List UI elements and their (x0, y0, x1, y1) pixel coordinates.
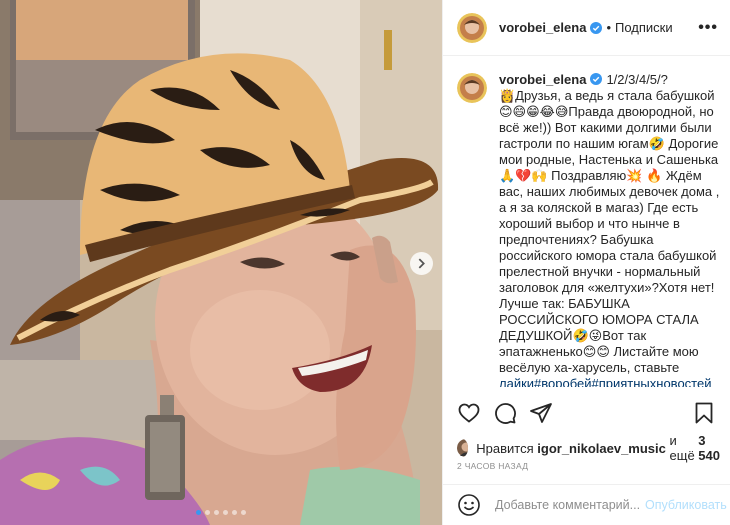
post-side-panel: vorobei_elena • Подписки ••• vorobei_ele… (442, 0, 730, 525)
carousel-dot (214, 510, 219, 515)
caption-username[interactable]: vorobei_elena (499, 72, 586, 87)
username-link[interactable]: vorobei_elena (499, 20, 586, 35)
post-caption: vorobei_elena 1/2/3/4/5/? 👸Друзья, а ведь… (457, 72, 720, 387)
heart-icon[interactable] (457, 401, 481, 425)
likes-prefix: Нравится (476, 440, 534, 456)
verified-badge-icon (590, 73, 603, 85)
publish-button[interactable]: Опубликовать (645, 498, 727, 512)
caption-body: 1/2/3/4/5/? 👸Друзья, а ведь я стала бабу… (499, 72, 720, 375)
caption-text: vorobei_elena 1/2/3/4/5/? 👸Друзья, а ведь… (499, 72, 720, 387)
following-button[interactable]: Подписки (615, 20, 673, 35)
verified-badge-icon (590, 21, 603, 34)
post-photo (0, 0, 442, 525)
comment-bar: Опубликовать (443, 484, 730, 525)
likes-summary: Нравится igor_nikolaev_music и ещё 3 540 (457, 433, 720, 463)
carousel-dot (241, 510, 246, 515)
chevron-right-icon (418, 258, 425, 269)
carousel-next-button[interactable] (410, 252, 433, 275)
post-timestamp[interactable]: 2 часов назад (457, 461, 528, 471)
carousel-dot (205, 510, 210, 515)
share-icon[interactable] (529, 401, 553, 425)
likes-and: и ещё (669, 433, 695, 463)
bookmark-icon[interactable] (692, 401, 716, 425)
post-actions (457, 398, 716, 428)
post-media[interactable] (0, 0, 442, 525)
post-header: vorobei_elena • Подписки ••• (443, 0, 730, 56)
comment-icon[interactable] (493, 401, 517, 425)
liker-username[interactable]: igor_nikolaev_music (537, 441, 666, 456)
comment-input[interactable] (495, 498, 645, 512)
emoji-icon[interactable] (457, 493, 481, 517)
avatar[interactable] (457, 12, 487, 43)
separator: • (606, 20, 611, 35)
carousel-dot (223, 510, 228, 515)
carousel-dot (196, 510, 201, 515)
likes-count[interactable]: 3 540 (698, 433, 720, 463)
liker-avatar[interactable] (457, 439, 469, 457)
carousel-indicator (0, 510, 442, 515)
caption-hashtags[interactable]: лайки#воробей#приятныхновостей # (499, 376, 715, 387)
avatar[interactable] (457, 73, 487, 103)
more-options-button[interactable]: ••• (698, 19, 718, 37)
carousel-dot (232, 510, 237, 515)
